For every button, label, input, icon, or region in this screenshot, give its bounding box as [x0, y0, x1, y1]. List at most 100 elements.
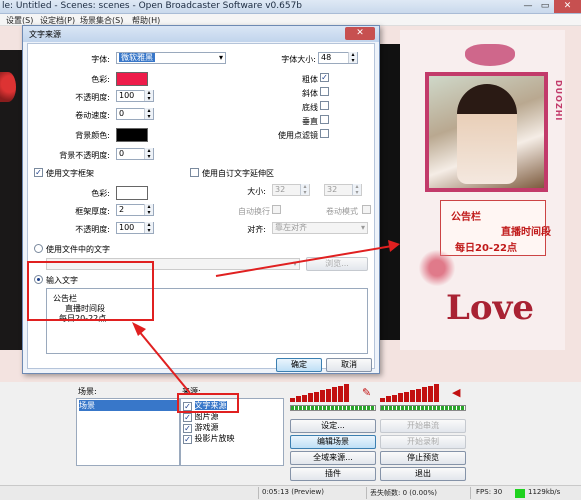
- title-bar: le: Untitled - Scenes: scenes - Open Bro…: [0, 0, 581, 14]
- notice-line-2: 每日20-22点: [455, 243, 517, 254]
- file-path-input[interactable]: [46, 258, 300, 270]
- minimize-button[interactable]: —: [520, 0, 536, 13]
- desktop-volume-slider[interactable]: [380, 405, 466, 411]
- custom-extent-label: 使用自订文字延伸区: [202, 169, 274, 178]
- source-label: 游戏源: [194, 423, 219, 432]
- bold-checkbox[interactable]: ✓: [320, 73, 329, 82]
- exit-button[interactable]: 退出: [380, 467, 466, 481]
- sources-list[interactable]: ✓ 文字来源 ✓ 图片源 ✓ 游戏源 ✓ 投影片放映: [180, 398, 284, 466]
- source-label: 图片源: [194, 412, 219, 421]
- scroll-mode-checkbox[interactable]: [362, 205, 371, 214]
- source-checkbox[interactable]: ✓: [183, 424, 192, 433]
- filter-label: 使用点滤镜: [278, 131, 318, 140]
- mic-volume-slider[interactable]: [290, 405, 376, 411]
- stream-status-indicator: [515, 489, 525, 498]
- bold-label: 粗体: [302, 75, 318, 84]
- ribbon-decoration: [465, 44, 515, 66]
- custom-extent-checkbox[interactable]: [190, 168, 199, 177]
- global-sources-button[interactable]: 全域来源...: [290, 451, 376, 465]
- notice-title: 公告栏: [451, 212, 481, 223]
- bg-color-swatch[interactable]: [116, 128, 148, 142]
- color-label: 色彩:: [91, 75, 110, 84]
- dialog-body: 字体: 微软雅黑 字体大小: 48 色彩: 粗体 ✓ 不透明度: 100 斜体 …: [27, 43, 375, 372]
- scenes-list[interactable]: 场景: [76, 398, 180, 466]
- source-item[interactable]: ✓ 文字来源: [183, 400, 227, 411]
- size-label: 大小:: [247, 187, 266, 196]
- opacity-spinner[interactable]: 100: [116, 90, 154, 102]
- source-item[interactable]: ✓ 图片源: [183, 411, 219, 422]
- close-button[interactable]: ✕: [554, 0, 581, 13]
- status-bitrate: 1129kb/s: [528, 488, 561, 496]
- mic-icon[interactable]: ✎: [362, 386, 374, 399]
- vertical-checkbox[interactable]: [320, 115, 329, 124]
- filter-checkbox[interactable]: [320, 129, 329, 138]
- font-select[interactable]: 微软雅黑: [116, 52, 226, 64]
- text-input-area[interactable]: 公告栏 直播时间段 每日20-22点: [46, 288, 368, 354]
- outline-thickness-label: 框架厚度:: [75, 207, 110, 216]
- source-checkbox[interactable]: ✓: [183, 402, 192, 411]
- bg-color-label: 背景颜色:: [75, 131, 110, 140]
- scene-item[interactable]: 场景: [79, 400, 177, 411]
- use-file-label: 使用文件中的文字: [46, 245, 110, 254]
- plugins-button[interactable]: 插件: [290, 467, 376, 481]
- outline-opacity-label: 不透明度:: [75, 225, 110, 234]
- outline-thickness-spinner[interactable]: 2: [116, 204, 154, 216]
- photo-frame: [425, 72, 548, 192]
- maximize-button[interactable]: ▭: [537, 0, 553, 13]
- mic-volume-meter: [290, 384, 349, 402]
- source-checkbox[interactable]: ✓: [183, 413, 192, 422]
- edit-scene-button[interactable]: 编辑场景: [290, 435, 376, 449]
- source-item[interactable]: ✓ 投影片放映: [183, 433, 235, 444]
- size-height-spinner[interactable]: 32: [324, 184, 362, 196]
- scroll-mode-label: 卷动模式: [326, 207, 358, 216]
- source-label: 文字来源: [194, 401, 227, 410]
- wrap-checkbox[interactable]: [272, 205, 281, 214]
- start-stream-button[interactable]: 开始串流: [380, 419, 466, 433]
- use-file-radio[interactable]: [34, 244, 43, 253]
- scroll-speed-spinner[interactable]: 0: [116, 108, 154, 120]
- browse-button[interactable]: 浏览...: [306, 257, 368, 271]
- underline-checkbox[interactable]: [320, 101, 329, 110]
- dialog-title-bar: 文字来源 ✕: [23, 26, 379, 42]
- italic-checkbox[interactable]: [320, 87, 329, 96]
- scroll-speed-label: 卷动速度:: [75, 111, 110, 120]
- outline-color-label: 色彩:: [91, 189, 110, 198]
- bg-opacity-label: 背景不透明度:: [59, 151, 110, 160]
- font-size-spinner[interactable]: 48: [318, 52, 358, 64]
- source-checkbox[interactable]: ✓: [183, 435, 192, 444]
- source-item[interactable]: ✓ 游戏源: [183, 422, 219, 433]
- status-bar: 0:05:13 (Preview) 丢失帧数: 0 (0.00%) FPS: 3…: [0, 485, 581, 500]
- bg-opacity-spinner[interactable]: 0: [116, 148, 154, 160]
- start-record-button[interactable]: 开始录制: [380, 435, 466, 449]
- input-text-radio[interactable]: [34, 275, 43, 284]
- align-select[interactable]: 靠左对齐: [272, 222, 368, 234]
- dialog-title: 文字来源: [29, 30, 61, 39]
- ok-button[interactable]: 确定: [276, 358, 322, 372]
- vertical-label: 垂直: [302, 117, 318, 126]
- dialog-close-button[interactable]: ✕: [345, 27, 375, 40]
- notice-line-1: 直播时间段: [501, 227, 551, 238]
- align-label: 对齐:: [247, 225, 266, 234]
- font-size-label: 字体大小:: [281, 55, 316, 64]
- settings-button[interactable]: 设定...: [290, 419, 376, 433]
- preview-dark-strip: [380, 44, 400, 340]
- wrap-label: 自动换行: [238, 207, 270, 216]
- opacity-label: 不透明度:: [75, 93, 110, 102]
- outline-checkbox-label: 使用文字框架: [46, 169, 94, 178]
- text-color-swatch[interactable]: [116, 72, 148, 86]
- window-title: le: Untitled - Scenes: scenes - Open Bro…: [2, 1, 303, 11]
- sources-label: 来源:: [182, 387, 201, 396]
- text-source-dialog: 文字来源 ✕ 字体: 微软雅黑 字体大小: 48 色彩: 粗体 ✓ 不透明度: …: [22, 25, 380, 374]
- scenes-label: 场景:: [78, 387, 97, 396]
- outline-opacity-spinner[interactable]: 100: [116, 222, 154, 234]
- italic-label: 斜体: [302, 89, 318, 98]
- outline-color-swatch[interactable]: [116, 186, 148, 200]
- stop-preview-button[interactable]: 停止预览: [380, 451, 466, 465]
- notice-board: 公告栏 直播时间段 每日20-22点: [440, 200, 551, 256]
- size-width-spinner[interactable]: 32: [272, 184, 310, 196]
- cupid-decoration: [418, 250, 456, 286]
- cancel-button[interactable]: 取消: [326, 358, 372, 372]
- outline-checkbox[interactable]: ✓: [34, 168, 43, 177]
- speaker-icon[interactable]: ◀: [452, 386, 464, 399]
- desktop-volume-meter: [380, 384, 439, 402]
